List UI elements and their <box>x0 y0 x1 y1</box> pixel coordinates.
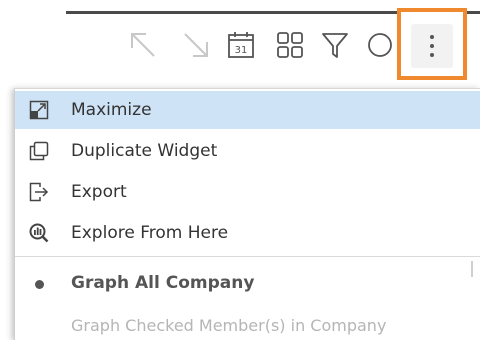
menu-item-explore-from-here[interactable]: Explore From Here <box>15 214 480 252</box>
arrow-down-right-icon[interactable] <box>181 30 211 60</box>
option-graph-checked-members: Graph Checked Member(s) in Company <box>71 316 387 335</box>
scrollbar-hint <box>471 261 473 277</box>
menu-item-label: Duplicate Widget <box>71 141 218 161</box>
calendar-day-text: 31 <box>235 45 248 56</box>
explore-icon <box>29 223 49 243</box>
widget-context-menu: Maximize Duplicate Widget Export Explore… <box>14 88 480 340</box>
filter-icon[interactable] <box>320 30 350 60</box>
search-icon[interactable] <box>365 30 395 60</box>
export-icon <box>29 182 49 202</box>
menu-item-label: Maximize <box>71 100 152 120</box>
menu-item-label: Explore From Here <box>71 223 229 243</box>
grid-icon[interactable] <box>275 30 305 60</box>
menu-item-maximize[interactable]: Maximize <box>15 91 480 129</box>
option-graph-all-company[interactable]: Graph All Company <box>71 273 254 293</box>
calendar-icon[interactable]: 31 <box>226 30 256 60</box>
menu-divider <box>15 256 480 257</box>
menu-item-duplicate-widget[interactable]: Duplicate Widget <box>15 132 480 170</box>
maximize-icon <box>29 100 49 120</box>
widget-toolbar: 31 <box>0 0 480 90</box>
arrow-up-left-icon[interactable] <box>128 30 158 60</box>
menu-item-export[interactable]: Export <box>15 173 480 211</box>
selected-bullet-icon <box>35 280 44 289</box>
menu-item-label: Export <box>71 182 127 202</box>
duplicate-icon <box>29 141 49 161</box>
more-options-button[interactable] <box>411 24 453 68</box>
more-options-highlight <box>397 8 467 80</box>
